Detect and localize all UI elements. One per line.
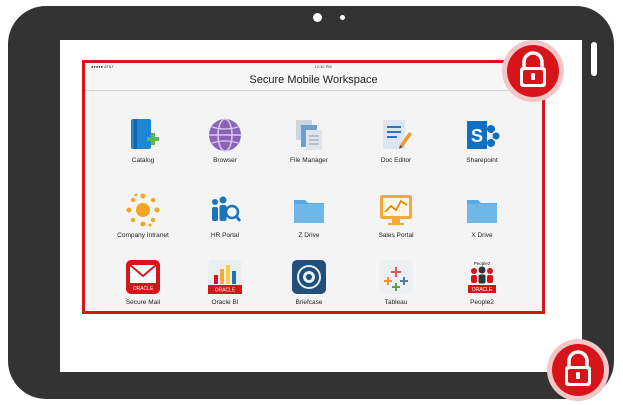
people2-icon: People2 ORACLE xyxy=(468,261,496,293)
app-label: Sharepoint xyxy=(466,157,498,164)
app-tableau[interactable]: Tableau xyxy=(356,259,436,306)
app-catalog[interactable]: Catalog xyxy=(103,117,183,164)
oracle-bi-icon: ORACLE xyxy=(208,260,242,294)
title-bar: Secure Mobile Workspace xyxy=(85,70,542,91)
hr-portal-icon xyxy=(212,196,242,222)
carrier-text: ●●●●● AT&T xyxy=(91,64,114,69)
oracle-badge: ORACLE xyxy=(133,286,154,292)
svg-text:S: S xyxy=(471,126,483,146)
file-manager-icon xyxy=(296,120,322,150)
people2-caption: People2 xyxy=(474,261,491,266)
app-label: People2 xyxy=(470,299,494,306)
company-intranet-icon xyxy=(126,193,160,227)
app-label: Company Intranet xyxy=(117,232,169,239)
app-label: Oracle BI xyxy=(211,299,239,306)
app-people2[interactable]: People2 ORACLE People2 xyxy=(442,259,522,306)
catalog-icon xyxy=(131,119,159,149)
folder-icon xyxy=(467,200,497,223)
app-label: Tableau xyxy=(384,299,408,306)
app-file-manager[interactable]: File Manager xyxy=(269,117,349,164)
oracle-badge: ORACLE xyxy=(215,288,236,294)
home-button[interactable] xyxy=(591,42,597,76)
app-label: Doc Editor xyxy=(380,157,412,164)
tableau-icon xyxy=(379,260,413,294)
app-sales-portal[interactable]: Sales Portal xyxy=(356,192,436,239)
sales-portal-icon xyxy=(380,195,412,225)
workspace-screen: ●●●●● AT&T 12:10 PM ▭ Secure Mobile Work… xyxy=(82,60,545,314)
app-label: Sales Portal xyxy=(378,232,414,239)
app-browser[interactable]: Browser xyxy=(185,117,265,164)
app-company-intranet[interactable]: Company Intranet xyxy=(103,192,183,239)
app-briefcase[interactable]: Briefcase xyxy=(269,259,349,306)
doc-editor-icon xyxy=(383,120,412,149)
app-label: Briefcase xyxy=(295,299,323,306)
app-sharepoint[interactable]: S Sharepoint xyxy=(442,117,522,164)
clock-text: 12:10 PM xyxy=(314,64,332,69)
secure-mail-icon: ORACLE xyxy=(126,260,160,294)
sensor-icon xyxy=(340,15,345,20)
app-doc-editor[interactable]: Doc Editor xyxy=(356,117,436,164)
app-label: HR Portal xyxy=(210,232,240,239)
app-z-drive[interactable]: Z Drive xyxy=(269,192,349,239)
app-label: Catalog xyxy=(131,157,155,164)
page-title: Secure Mobile Workspace xyxy=(249,74,378,86)
oracle-badge: ORACLE xyxy=(472,287,493,293)
camera-icon xyxy=(313,13,322,22)
lock-icon xyxy=(547,339,609,401)
app-hr-portal[interactable]: HR Portal xyxy=(185,192,265,239)
app-label: X Drive xyxy=(471,232,493,239)
app-label: File Manager xyxy=(290,157,328,164)
app-oracle-bi[interactable]: ORACLE Oracle BI xyxy=(185,259,265,306)
lock-icon xyxy=(502,40,564,102)
app-label: Secure Mail xyxy=(125,299,161,306)
browser-icon xyxy=(209,118,241,152)
folder-icon xyxy=(294,200,324,223)
briefcase-icon xyxy=(292,260,326,294)
app-label: Z Drive xyxy=(298,232,320,239)
status-bar: ●●●●● AT&T 12:10 PM ▭ xyxy=(85,63,542,70)
app-x-drive[interactable]: X Drive xyxy=(442,192,522,239)
app-label: Browser xyxy=(213,157,237,164)
sharepoint-icon: S xyxy=(467,121,500,149)
app-secure-mail[interactable]: ORACLE Secure Mail xyxy=(103,259,183,306)
